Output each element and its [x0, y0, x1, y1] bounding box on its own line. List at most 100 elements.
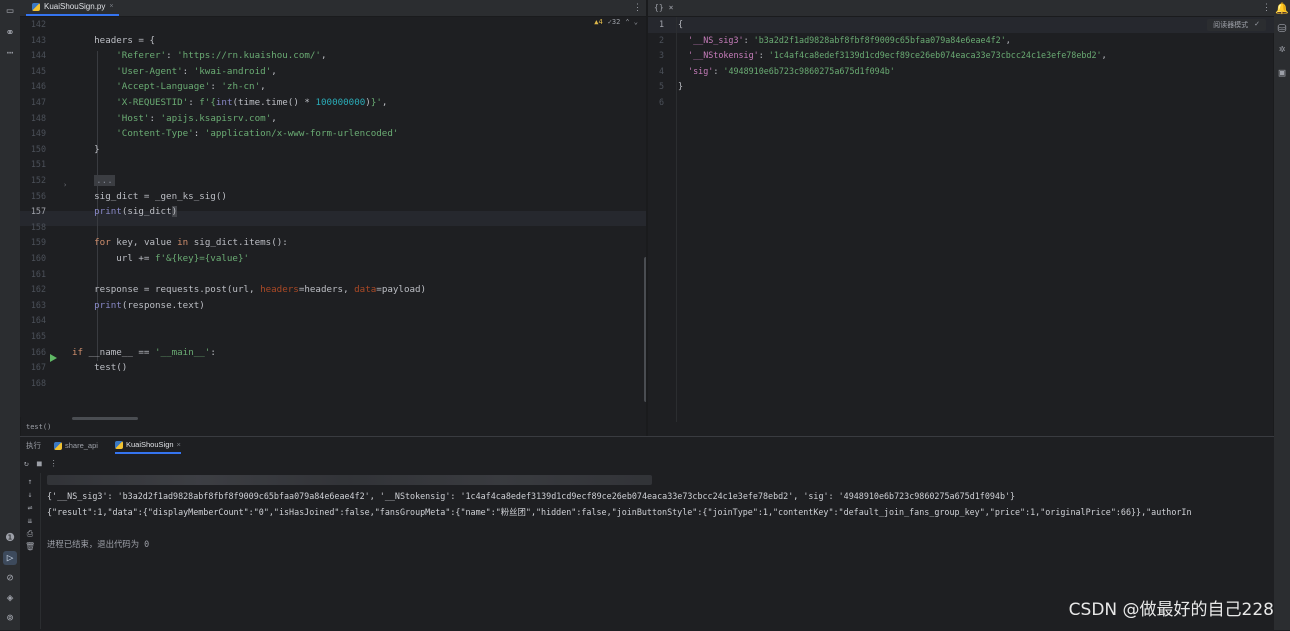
git-icon[interactable]: ⊚: [3, 611, 17, 625]
line-number[interactable]: 159: [20, 235, 46, 251]
breadcrumb[interactable]: test(): [20, 421, 652, 433]
code-token: (sig_dict: [121, 206, 172, 218]
line-number[interactable]: 144: [20, 48, 46, 64]
stop-icon[interactable]: ■: [37, 459, 42, 468]
print-icon[interactable]: ⎙: [25, 529, 35, 539]
line-number[interactable]: 149: [20, 126, 46, 142]
code-editor[interactable]: ▲4 ✓32 ⌃ ⌄ 142 143 144 145 146 147 148 149 150 15…: [20, 17, 648, 420]
line-number[interactable]: 151: [20, 157, 46, 173]
code-line[interactable]: url += f'&{key}={value}': [72, 251, 249, 267]
rerun-icon[interactable]: ↻: [24, 459, 29, 468]
code-line[interactable]: headers = {: [72, 33, 155, 49]
line-number[interactable]: 165: [20, 329, 46, 345]
code-line[interactable]: ...: [72, 173, 115, 189]
services-icon[interactable]: ⊘: [3, 571, 17, 585]
close-icon[interactable]: ×: [669, 0, 674, 16]
json-line[interactable]: }: [678, 79, 683, 95]
code-line[interactable]: print(response.text): [72, 298, 205, 314]
close-icon[interactable]: ×: [109, 0, 113, 15]
line-number-gutter: 142 143 144 145 146 147 148 149 150 151 152 156 157 1…: [20, 17, 66, 417]
console-line-response: {"result":1,"data":{"displayMemberCount"…: [47, 507, 1192, 517]
line-number[interactable]: 168: [20, 376, 46, 392]
line-number[interactable]: 163: [20, 298, 46, 314]
python-packages-icon[interactable]: ❶: [3, 531, 17, 545]
json-viewer[interactable]: 阅读器模式 ✓ 1 2 3 4 5 6 { '__NS_sig3': 'b3a2d2f1a…: [648, 17, 1274, 422]
line-number[interactable]: 156: [20, 189, 46, 205]
line-number[interactable]: 167: [20, 360, 46, 376]
tab-kuaishousign-py[interactable]: KuaiShouSign.py ×: [26, 0, 120, 16]
code-line[interactable]: 'Referer': 'https://rn.kuaishou.com/',: [72, 48, 326, 64]
sciview-icon[interactable]: ▣: [1275, 66, 1289, 80]
code-line[interactable]: test(): [72, 360, 127, 376]
line-number[interactable]: 148: [20, 111, 46, 127]
line-number[interactable]: 147: [20, 95, 46, 111]
code-token: if: [72, 346, 84, 358]
scroll-down-icon[interactable]: ↓: [25, 490, 35, 499]
database-icon[interactable]: ⛁: [1275, 22, 1289, 36]
code-line[interactable]: if __name__ == '__main__':: [72, 345, 216, 361]
code-line[interactable]: }: [72, 142, 100, 158]
code-token: 'Accept-Language': [116, 81, 211, 93]
line-number[interactable]: 143: [20, 33, 46, 49]
line-number[interactable]: 145: [20, 64, 46, 80]
ai-assistant-icon[interactable]: ✲: [1275, 42, 1289, 56]
json-line[interactable]: '__NS_sig3': 'b3a2d2f1ad9828abf8fbf8f900…: [678, 33, 1011, 49]
line-number[interactable]: 142: [20, 17, 46, 33]
json-line[interactable]: {: [678, 17, 683, 33]
code-token: :: [743, 34, 754, 45]
clear-icon[interactable]: 🗑: [25, 542, 35, 551]
run-tab[interactable]: KuaiShouSign ×: [115, 437, 181, 454]
json-line[interactable]: 'sig': '4948910e6b723c9860275a675d1f094b…: [678, 64, 895, 80]
notifications-icon[interactable]: 🔔: [1275, 2, 1289, 16]
fold-expand-icon[interactable]: ›: [63, 181, 67, 189]
project-folder-icon[interactable]: ▭: [3, 4, 17, 18]
code-line[interactable]: 'Accept-Language': 'zh-cn',: [72, 79, 265, 95]
code-token: (response.text): [121, 299, 205, 311]
code-token: }: [678, 81, 684, 92]
more-icon[interactable]: ⋮: [50, 459, 58, 468]
line-number[interactable]: 166: [20, 345, 46, 361]
scroll-to-end-icon[interactable]: ⇊: [25, 516, 35, 525]
structure-icon[interactable]: ⚭: [3, 26, 17, 40]
code-line[interactable]: 'User-Agent': 'kwai-android',: [72, 64, 276, 80]
tabs-menu-icon[interactable]: ⋮: [633, 0, 642, 16]
json-line-number: 3: [658, 50, 664, 61]
layers-icon[interactable]: ◈: [3, 591, 17, 605]
line-number[interactable]: 160: [20, 251, 46, 267]
line-number[interactable]: 150: [20, 142, 46, 158]
json-tabs-menu-icon[interactable]: ⋮: [1262, 0, 1271, 16]
run-tool-icon[interactable]: ▷: [3, 551, 17, 565]
code-token: =payload): [376, 284, 427, 296]
reader-mode-button[interactable]: 阅读器模式 ✓: [1207, 19, 1266, 31]
line-number[interactable]: 161: [20, 267, 46, 283]
code-token: 'zh-cn': [221, 81, 261, 93]
horizontal-scrollbar[interactable]: [72, 417, 138, 420]
run-tab[interactable]: 执行: [26, 437, 41, 454]
code-line[interactable]: for key, value in sig_dict.items():: [72, 235, 288, 251]
scroll-up-icon[interactable]: ↑: [25, 477, 35, 486]
code-line[interactable]: response = requests.post(url, headers=he…: [72, 282, 426, 298]
line-number[interactable]: 158: [20, 220, 46, 236]
code-line[interactable]: 'X-REQUESTID': f'{int(time.time() * 1000…: [72, 95, 387, 111]
line-number[interactable]: 152: [20, 173, 46, 189]
more-tools-icon[interactable]: ⋯: [3, 46, 17, 60]
code-content[interactable]: headers = { 'Referer': 'https://rn.kuais…: [72, 17, 647, 417]
close-icon[interactable]: ×: [177, 436, 181, 453]
line-number[interactable]: 146: [20, 79, 46, 95]
code-line[interactable]: 'Host': 'apijs.ksapisrv.com',: [72, 111, 276, 127]
json-line[interactable]: '__NStokensig': '1c4af4ca8edef3139d1cd9e…: [678, 48, 1107, 64]
tab-json-preview[interactable]: {} ×: [654, 0, 673, 16]
run-gutter-icon[interactable]: [50, 354, 57, 362]
line-number[interactable]: 164: [20, 313, 46, 329]
line-number[interactable]: 162: [20, 282, 46, 298]
run-tab[interactable]: share_api: [54, 437, 98, 454]
code-token: 'X-REQUESTID': [116, 97, 189, 108]
line-number[interactable]: 157: [20, 204, 46, 220]
code-line[interactable]: 'Content-Type': 'application/x-www-form-…: [72, 126, 398, 142]
soft-wrap-icon[interactable]: ⇌: [25, 503, 35, 512]
code-line[interactable]: print(sig_dict): [72, 204, 178, 220]
code-line[interactable]: sig_dict = _gen_ks_sig(): [72, 189, 227, 205]
